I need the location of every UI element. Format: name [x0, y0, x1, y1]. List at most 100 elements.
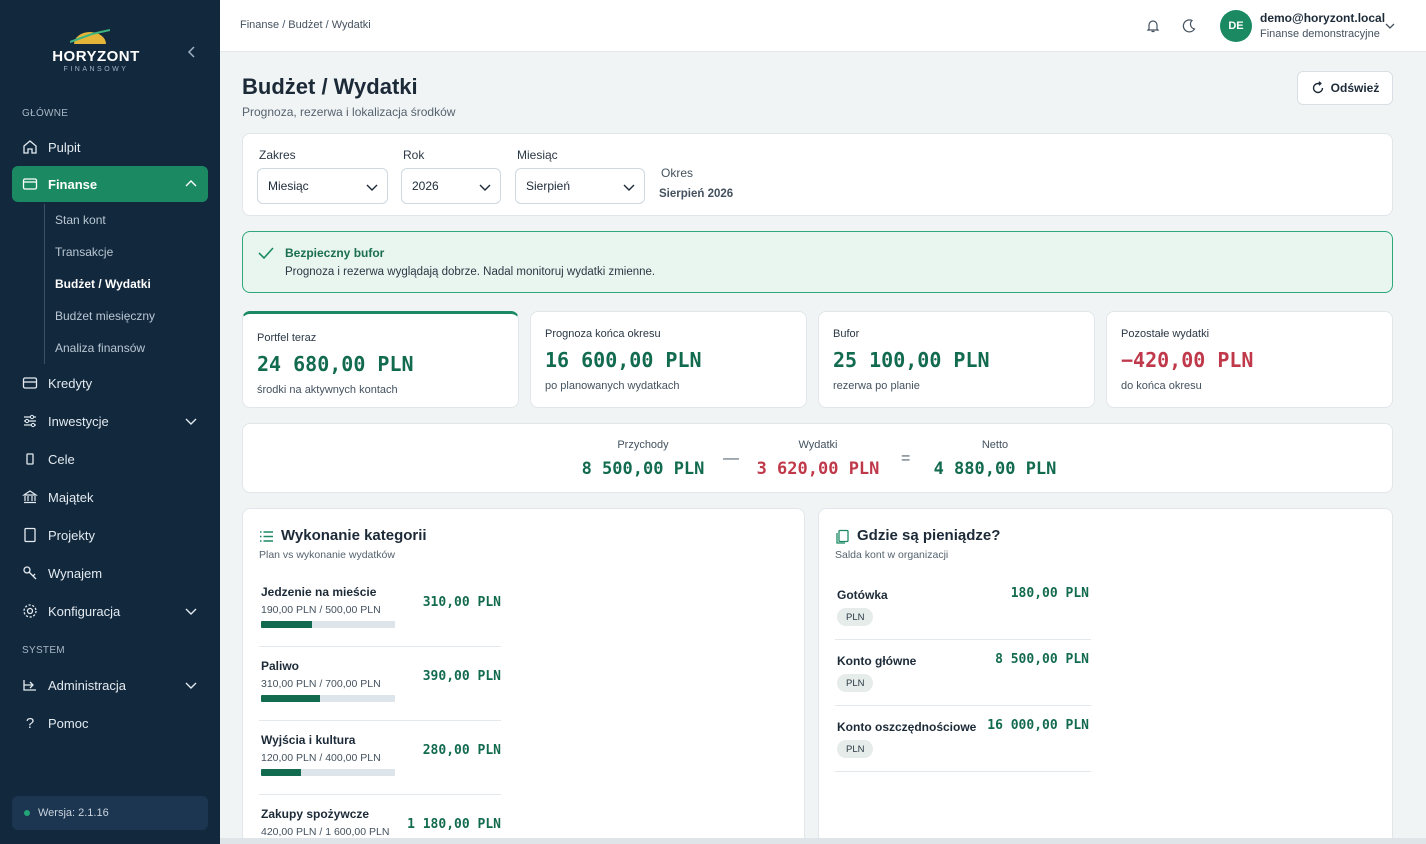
expense-label: Wydatki — [798, 439, 838, 451]
section-main-label: GŁÓWNE — [22, 108, 69, 119]
chevron-down-icon[interactable] — [1384, 20, 1396, 32]
currency-badge: PLN — [837, 608, 874, 626]
income-value: 8 500,00 PLN — [581, 459, 705, 479]
panel-subtitle: Salda kont w organizacji — [835, 549, 949, 561]
nav-projekty[interactable]: Projekty — [12, 517, 208, 553]
nav-konfiguracja[interactable]: Konfiguracja — [12, 593, 208, 629]
account-balance: 180,00 PLN — [1010, 586, 1089, 601]
alert-title: Bezpieczny bufor — [285, 246, 385, 260]
nav-pulpit[interactable]: Pulpit — [12, 129, 208, 165]
nav-majatek[interactable]: Majątek — [12, 479, 208, 515]
kpi-value: 25 100,00 PLN — [833, 348, 990, 372]
key-icon — [22, 565, 38, 581]
refresh-icon — [1312, 81, 1323, 94]
nav-inwestycje[interactable]: Inwestycje — [12, 403, 208, 439]
category-name: Jedzenie na mieście — [261, 585, 377, 599]
sliders-icon — [22, 413, 38, 429]
net-label: Netto — [981, 439, 1009, 451]
nav-label: Wynajem — [48, 565, 103, 581]
refresh-button[interactable]: Odśwież — [1297, 71, 1393, 105]
category-name: Zakupy spożywcze — [261, 807, 370, 821]
category-name: Paliwo — [261, 659, 300, 673]
chevron-down-icon — [623, 184, 635, 191]
category-progress-fill — [261, 695, 320, 702]
bell-icon[interactable] — [1145, 18, 1161, 34]
month-select[interactable]: Sierpień — [515, 168, 645, 204]
category-plan: 190,00 PLN / 500,00 PLN — [261, 604, 381, 616]
nav-label: Pulpit — [48, 139, 81, 155]
category-progress-fill — [261, 621, 312, 628]
category-row: Wyjścia i kultura 120,00 PLN / 400,00 PL… — [259, 721, 501, 795]
range-label: Zakres — [259, 148, 296, 162]
category-plan: 420,00 PLN / 1 600,00 PLN — [261, 826, 390, 838]
filters-card: Zakres Miesiąc Rok 2026 Miesiąc Sierpień… — [242, 133, 1393, 216]
horizontal-scrollbar[interactable] — [220, 838, 1426, 844]
range-select[interactable]: Miesiąc — [257, 168, 388, 204]
month-label: Miesiąc — [517, 148, 558, 162]
nav-cele[interactable]: Cele — [12, 441, 208, 477]
kpi-card-remaining: Pozostałe wydatki −420,00 PLN do końca o… — [1106, 311, 1393, 408]
nav-administracja[interactable]: Administracja — [12, 667, 208, 703]
category-progress-bar — [261, 695, 395, 702]
subnav-analiza-finansow[interactable]: Analiza finansów — [55, 341, 145, 355]
chevron-down-icon — [185, 418, 197, 425]
panel-subtitle: Plan vs wykonanie wydatków — [259, 549, 395, 561]
wallet-icon — [22, 176, 38, 192]
target-icon — [22, 451, 38, 467]
subnav-transakcje[interactable]: Transakcje — [55, 245, 113, 259]
document-icon — [22, 527, 38, 543]
version-label: Wersja: 2.1.16 — [38, 807, 109, 819]
category-progress-fill — [261, 769, 302, 776]
version-badge: Wersja: 2.1.16 — [12, 796, 208, 830]
nav-pomoc[interactable]: ? Pomoc — [12, 705, 208, 741]
moon-icon[interactable] — [1181, 18, 1197, 34]
expense-value: 3 620,00 PLN — [756, 459, 880, 479]
account-name: Konto oszczędnościowe — [837, 720, 977, 734]
subnav-budzet-miesieczny[interactable]: Budżet miesięczny — [55, 309, 155, 323]
income-label: Przychody — [617, 439, 669, 451]
category-name: Wyjścia i kultura — [261, 733, 356, 747]
nav-label: Finanse — [48, 176, 98, 192]
nav-wynajem[interactable]: Wynajem — [12, 555, 208, 591]
sun-logo-icon — [70, 29, 110, 44]
topbar: Finanse / Budżet / Wydatki DE demo@horyz… — [220, 0, 1426, 52]
kpi-label: Portfel teraz — [257, 332, 317, 344]
currency-badge: PLN — [837, 674, 874, 692]
summary-card: Przychody 8 500,00 PLN — Wydatki 3 620,0… — [242, 423, 1393, 493]
accounts-panel: Gdzie są pieniądze? Salda kont w organiz… — [818, 508, 1393, 838]
chevron-down-icon — [366, 184, 378, 191]
category-row: Paliwo 310,00 PLN / 700,00 PLN 390,00 PL… — [259, 647, 501, 721]
account-row: Gotówka 180,00 PLN PLN — [835, 574, 1091, 640]
list-icon — [260, 531, 273, 542]
kpi-card-buffer: Bufor 25 100,00 PLN rezerwa po planie — [818, 311, 1095, 408]
category-row: Jedzenie na mieście 190,00 PLN / 500,00 … — [259, 573, 501, 647]
nav-label: Konfiguracja — [48, 603, 121, 619]
kpi-note: po planowanych wydatkach — [545, 380, 680, 392]
year-select[interactable]: 2026 — [401, 168, 501, 204]
collapse-sidebar-icon[interactable] — [184, 44, 200, 60]
alert-text: Prognoza i rezerwa wyglądają dobrze. Nad… — [285, 266, 656, 278]
user-email[interactable]: demo@horyzont.local — [1260, 11, 1385, 25]
category-plan: 310,00 PLN / 700,00 PLN — [261, 678, 381, 690]
month-value: Sierpień — [526, 179, 571, 193]
kpi-note: do końca okresu — [1121, 380, 1202, 392]
account-row: Konto oszczędnościowe 16 000,00 PLN PLN — [835, 706, 1091, 772]
avatar[interactable]: DE — [1220, 10, 1252, 42]
nav-kredyty[interactable]: Kredyty — [12, 365, 208, 401]
kpi-label: Prognoza końca okresu — [545, 328, 661, 340]
subnav-budzet-wydatki[interactable]: Budżet / Wydatki — [55, 277, 151, 291]
kpi-note: środki na aktywnych kontach — [257, 384, 398, 396]
kpi-value: 16 600,00 PLN — [545, 348, 702, 372]
help-icon: ? — [25, 714, 35, 732]
nav-finanse[interactable]: Finanse — [12, 166, 208, 202]
net-value: 4 880,00 PLN — [933, 459, 1057, 479]
section-system-label: SYSTEM — [22, 645, 65, 656]
nav-label: Administracja — [48, 677, 127, 693]
subnav-stan-kont[interactable]: Stan kont — [55, 213, 106, 227]
home-icon — [22, 139, 38, 155]
kpi-value: 24 680,00 PLN — [257, 352, 414, 376]
chevron-up-icon — [185, 180, 197, 187]
nav-label: Majątek — [48, 489, 94, 505]
period-label: Okres — [661, 166, 694, 180]
category-row: Zakupy spożywcze 420,00 PLN / 1 600,00 P… — [259, 795, 501, 838]
